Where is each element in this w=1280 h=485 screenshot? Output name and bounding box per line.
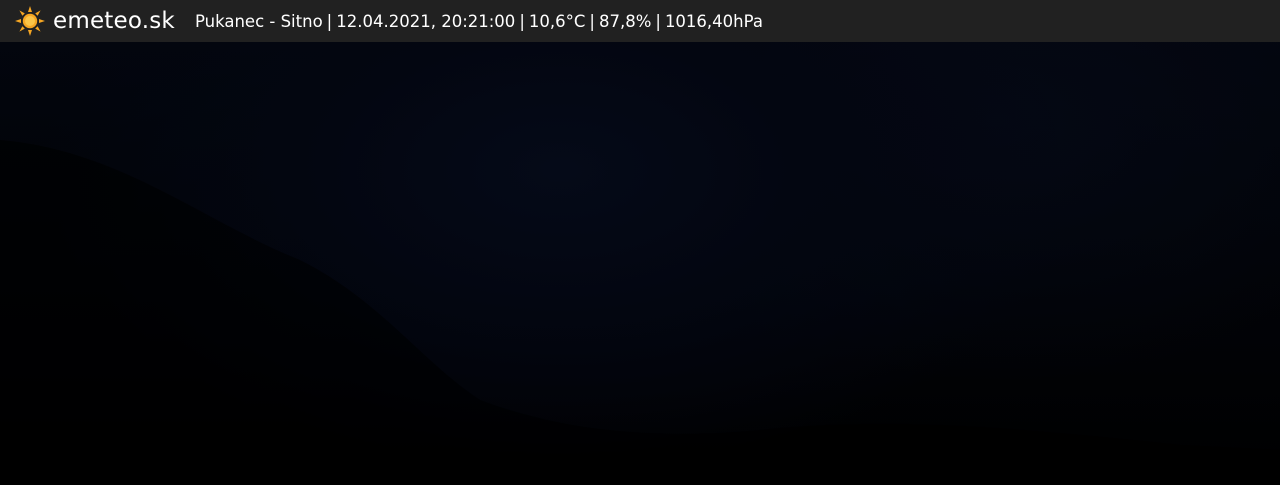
- brand-logo[interactable]: emeteo.sk: [14, 0, 175, 42]
- separator: |: [655, 11, 661, 31]
- hill-silhouette: [0, 140, 1280, 485]
- separator: |: [519, 11, 525, 31]
- brand-name: emeteo.sk: [53, 8, 175, 34]
- humidity-label: 87,8%: [598, 11, 652, 31]
- location-label: Pukanec - Sitno: [194, 11, 323, 31]
- datetime-label: 12.04.2021, 20:21:00: [336, 11, 516, 31]
- temperature-label: 10,6°C: [528, 11, 586, 31]
- weather-info: Pukanec - Sitno | 12.04.2021, 20:21:00 |…: [195, 12, 763, 31]
- status-overlay-bar: emeteo.sk Pukanec - Sitno | 12.04.2021, …: [0, 0, 1280, 42]
- separator: |: [326, 11, 333, 31]
- separator: |: [589, 11, 595, 31]
- pressure-label: 1016,40hPa: [664, 11, 763, 31]
- sun-icon: [15, 6, 45, 36]
- webcam-view: emeteo.sk Pukanec - Sitno | 12.04.2021, …: [0, 0, 1280, 485]
